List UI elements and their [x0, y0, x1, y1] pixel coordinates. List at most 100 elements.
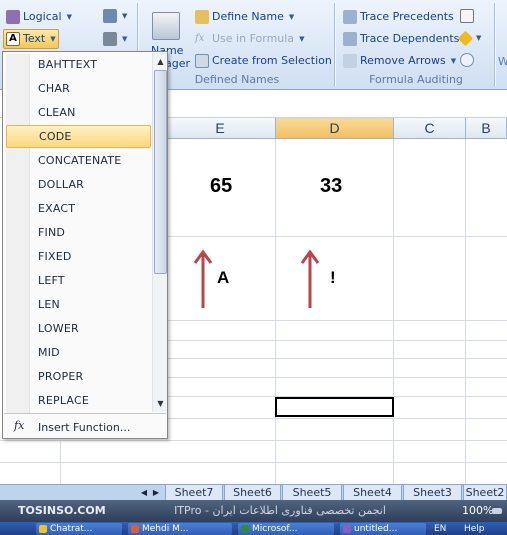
create-from-selection-icon [195, 54, 209, 68]
logical-button[interactable]: Logical ▼ [6, 10, 72, 24]
column-header-e[interactable]: E [165, 118, 276, 139]
lookup-reference-button[interactable]: ▼ [103, 9, 127, 23]
gridline [165, 236, 507, 237]
tab-sheet4[interactable]: Sheet4 [343, 485, 402, 501]
menu-scrollbar[interactable]: ▲ ▼ [152, 53, 167, 412]
menu-item-fixed[interactable]: FIXED [6, 245, 151, 268]
cell-d-char[interactable]: ! [330, 268, 336, 288]
remove-arrows-icon [343, 54, 357, 68]
name-manager-icon[interactable] [152, 12, 180, 40]
chevron-down-icon: ▼ [50, 35, 56, 43]
text-functions-dropdown: BAHTTEXT CHAR CLEAN CODE CONCATENATE DOLLAR EX… [2, 51, 168, 439]
menu-item-proper[interactable]: PROPER [6, 365, 151, 388]
trace-precedents-icon [343, 10, 357, 24]
column-header-b[interactable]: B [466, 118, 507, 139]
menu-item-left[interactable]: LEFT [6, 269, 151, 292]
taskbar-item-label: Chatrat... [50, 524, 93, 534]
show-formulas-button[interactable] [460, 9, 474, 23]
lookup-icon [103, 9, 117, 23]
taskbar-item[interactable]: EN [432, 523, 456, 535]
evaluate-formula-button[interactable] [460, 53, 474, 67]
more-functions-icon [103, 32, 117, 46]
app-icon [343, 525, 351, 533]
up-arrow-icon [193, 249, 213, 308]
taskbar-item-label: untitled... [354, 524, 398, 534]
chevron-down-icon: ▼ [288, 13, 295, 21]
insert-function-label: Insert Function... [38, 420, 131, 434]
text-button-content[interactable]: A Text ▼ [6, 32, 56, 46]
error-checking-icon [457, 30, 474, 46]
taskbar-item[interactable]: untitled... [340, 523, 426, 535]
scroll-up-arrow-icon[interactable]: ▲ [153, 54, 168, 69]
trace-dependents-button[interactable]: Trace Dependents [343, 32, 459, 46]
taskbar-item[interactable]: Chatrat... [36, 523, 122, 535]
taskbar-item[interactable]: Mehdi M... [128, 523, 232, 535]
tab-sheet7[interactable]: Sheet7 [165, 485, 223, 501]
excel-window: Logical ▼ A Text ▼ ▼ ▼ Name ager Define … [0, 0, 507, 535]
menu-item-len[interactable]: LEN [6, 293, 151, 316]
column-header-c[interactable]: C [394, 118, 466, 139]
menu-item-mid[interactable]: MID [6, 341, 151, 364]
menu-item-lower[interactable]: LOWER [6, 317, 151, 340]
insert-function-item[interactable]: fx Insert Function... [6, 416, 151, 438]
sheet-tab-bar: ◀ ▶ Sheet7 Sheet6 Sheet5 Sheet4 Sheet3 Sheet2 [0, 484, 507, 501]
windows-taskbar: Chatrat... Mehdi M... Microsof... untitled.… [0, 522, 507, 535]
define-name-icon [195, 10, 209, 24]
fx-icon: fx [14, 419, 25, 432]
gridline [165, 340, 507, 341]
tab-sheet2[interactable]: Sheet2 [463, 485, 507, 501]
error-checking-button[interactable]: ▼ [457, 30, 481, 46]
define-name-button[interactable]: Define Name ▼ [195, 10, 294, 24]
tab-sheet5[interactable]: Sheet5 [282, 485, 342, 501]
trace-precedents-button[interactable]: Trace Precedents [343, 10, 454, 24]
cell-e-value[interactable]: 65 [210, 175, 232, 198]
menu-item-bahttext[interactable]: BAHTTEXT [6, 53, 151, 76]
tab-sheet3[interactable]: Sheet3 [403, 485, 462, 501]
group-label-formula-auditing: Formula Auditing [369, 73, 463, 86]
create-from-selection-button[interactable]: Create from Selection [195, 54, 332, 68]
show-formulas-icon [460, 9, 474, 23]
remove-arrows-label: Remove Arrows [360, 54, 446, 67]
chevron-down-icon: ▼ [450, 57, 457, 65]
chevron-down-icon: ▼ [122, 35, 128, 43]
watch-window-partial[interactable]: W [498, 55, 507, 69]
chevron-down-icon: ▼ [299, 35, 305, 43]
gridline [165, 418, 507, 419]
gridline [0, 462, 507, 463]
gridline [0, 440, 507, 441]
menu-item-clean[interactable]: CLEAN [6, 101, 151, 124]
active-cell[interactable] [275, 397, 394, 417]
site-watermark: TOSINSO.COM [18, 504, 106, 517]
more-functions-button[interactable]: ▼ [103, 32, 127, 46]
app-icon [39, 525, 47, 533]
taskbar-item-label: Help [464, 524, 485, 534]
tab-nav-next-icon[interactable]: ▶ [150, 486, 162, 499]
menu-item-exact[interactable]: EXACT [6, 197, 151, 220]
tab-sheet6[interactable]: Sheet6 [224, 485, 281, 501]
taskbar-item-label: Microsof... [252, 524, 298, 534]
app-icon [241, 525, 249, 533]
logical-label: Logical [23, 10, 62, 23]
taskbar-item[interactable]: Microsof... [238, 523, 334, 535]
menu-item-dollar[interactable]: DOLLAR [6, 173, 151, 196]
up-arrow-icon [300, 249, 320, 308]
zoom-level[interactable]: 100% [462, 504, 493, 517]
cell-d-value[interactable]: 33 [320, 175, 342, 198]
remove-arrows-button[interactable]: Remove Arrows ▼ [343, 54, 456, 68]
taskbar-item[interactable]: Help [462, 523, 502, 535]
menu-item-concatenate[interactable]: CONCATENATE [6, 149, 151, 172]
scroll-thumb[interactable] [154, 70, 167, 274]
tab-nav-prev-icon[interactable]: ◀ [138, 486, 150, 499]
cell-e-char[interactable]: A [217, 268, 229, 288]
trace-precedents-label: Trace Precedents [360, 10, 454, 23]
use-in-formula-button[interactable]: fx Use in Formula ▼ [195, 32, 304, 46]
text-label: Text [23, 32, 46, 45]
scroll-down-arrow-icon[interactable]: ▼ [153, 396, 168, 411]
menu-item-code[interactable]: CODE [6, 125, 151, 148]
menu-item-char[interactable]: CHAR [6, 77, 151, 100]
zoom-slider[interactable] [492, 508, 502, 514]
column-header-d[interactable]: D [276, 118, 394, 139]
menu-item-replace[interactable]: REPLACE [6, 389, 151, 412]
menu-item-find[interactable]: FIND [6, 221, 151, 244]
group-separator [494, 3, 495, 87]
